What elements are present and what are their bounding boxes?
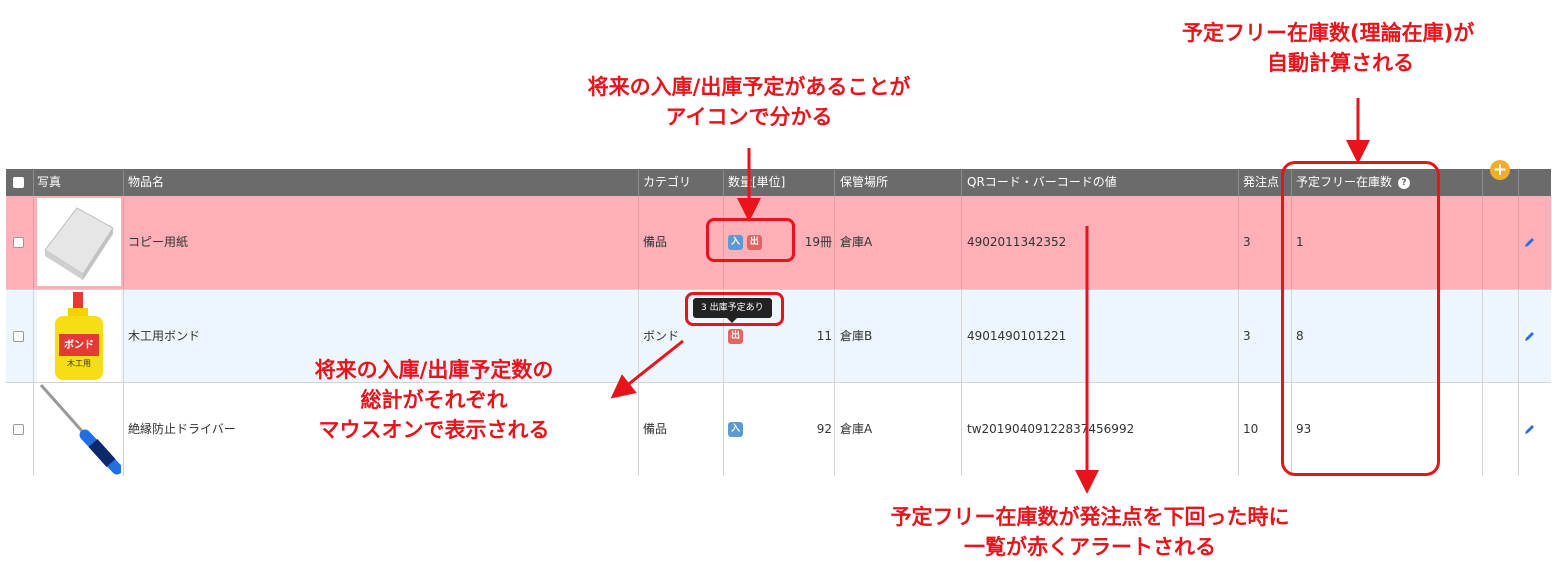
annotation-line: 予定フリー在庫数が発注点を下回った時に [890, 505, 1290, 529]
annotation-alert: 予定フリー在庫数が発注点を下回った時に 一覧が赤くアラートされる [840, 502, 1340, 562]
annotation-line: 総計がそれぞれ [360, 388, 508, 412]
annotation-line: 将来の入庫/出庫予定数の [314, 358, 554, 382]
annotation-line: マウスオンで表示される [318, 418, 550, 442]
annotation-line: 一覧が赤くアラートされる [964, 535, 1216, 559]
annotation-tooltip-totals: 将来の入庫/出庫予定数の 総計がそれぞれ マウスオンで表示される [284, 355, 584, 445]
annotation-arrows [610, 98, 1370, 494]
